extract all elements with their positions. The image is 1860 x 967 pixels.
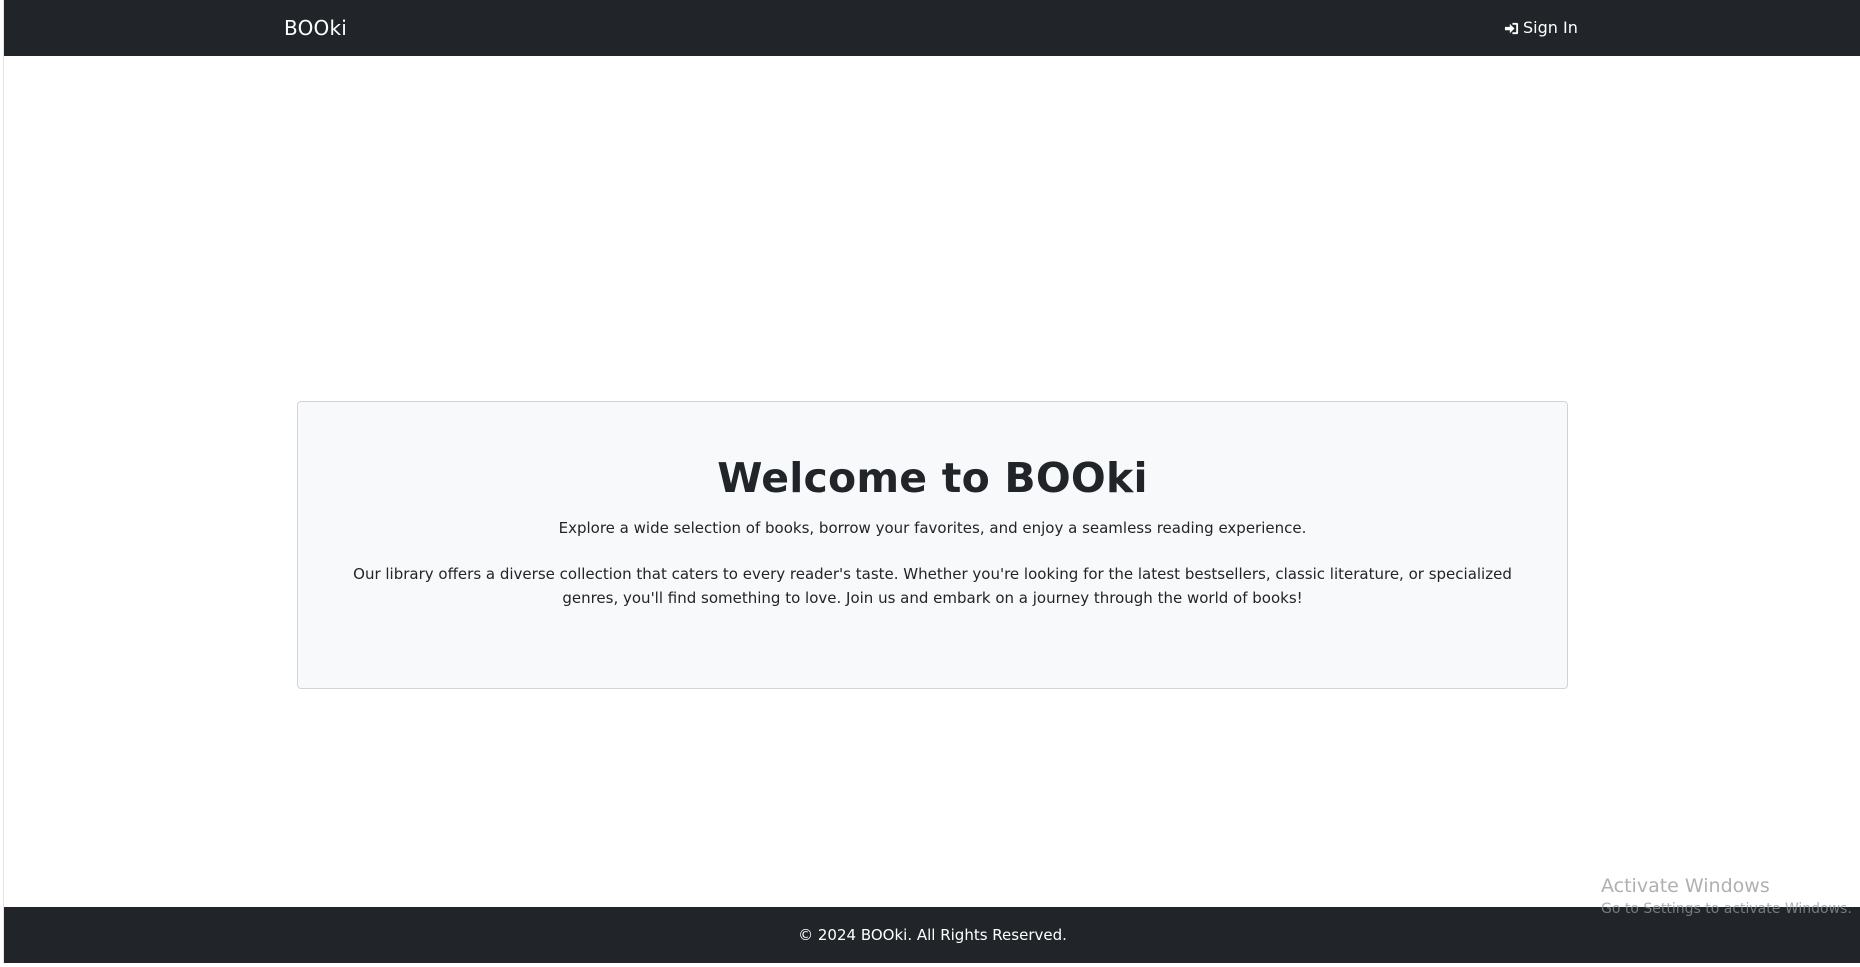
sign-in-link[interactable]: Sign In: [1504, 18, 1578, 38]
activate-windows-watermark: Activate Windows Go to Settings to activ…: [1601, 874, 1852, 918]
welcome-title: Welcome to BOOki: [717, 454, 1148, 502]
footer-copyright: © 2024 BOOki. All Rights Reserved.: [798, 926, 1067, 944]
welcome-description: Our library offers a diverse collection …: [353, 565, 1512, 607]
top-navbar: BOOki Sign In: [4, 0, 1860, 56]
sign-in-label: Sign In: [1523, 18, 1578, 37]
watermark-title: Activate Windows: [1601, 875, 1770, 897]
sign-in-icon: [1504, 21, 1519, 36]
footer: © 2024 BOOki. All Rights Reserved.: [4, 907, 1860, 963]
brand-logo-link[interactable]: BOOki: [284, 15, 347, 41]
page-frame: BOOki Sign In Welcome to BOOki Explore a…: [3, 0, 1860, 963]
welcome-lead-text: Explore a wide selection of books, borro…: [558, 519, 1307, 537]
watermark-subtitle: Go to Settings to activate Windows.: [1601, 901, 1852, 917]
welcome-panel: Welcome to BOOki Explore a wide selectio…: [297, 401, 1568, 689]
